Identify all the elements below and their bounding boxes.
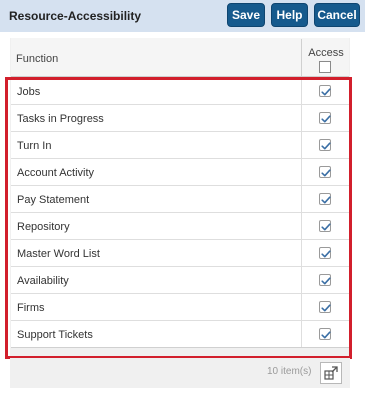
help-button[interactable]: Help <box>271 3 308 27</box>
expand-icon[interactable] <box>320 362 342 384</box>
checkmark-icon <box>321 88 331 96</box>
checkmark-icon <box>321 223 331 231</box>
table-row: Firms <box>11 294 349 321</box>
access-checkbox[interactable] <box>319 85 331 97</box>
function-label: Master Word List <box>17 248 100 260</box>
item-count: 10 item(s) <box>267 366 312 377</box>
checkmark-icon <box>321 304 331 312</box>
column-divider <box>301 186 302 212</box>
function-label: Jobs <box>17 86 41 98</box>
column-divider <box>301 240 302 266</box>
select-all-checkbox[interactable] <box>319 61 331 73</box>
column-divider <box>301 39 302 76</box>
access-checkbox[interactable] <box>319 247 331 259</box>
table-row: Availability <box>11 267 349 294</box>
table-row: Tasks in Progress <box>11 105 349 132</box>
checkmark-icon <box>321 250 331 258</box>
table-row: Master Word List <box>11 240 349 267</box>
access-checkbox[interactable] <box>319 220 331 232</box>
access-checkbox[interactable] <box>319 301 331 313</box>
function-label: Firms <box>17 302 45 314</box>
access-checkbox[interactable] <box>319 112 331 124</box>
column-divider <box>301 213 302 239</box>
grid-body: Jobs Tasks in Progress Turn In Account Acti… <box>11 78 349 348</box>
column-divider <box>301 159 302 185</box>
checkmark-icon <box>321 169 331 177</box>
table-row: Jobs <box>11 78 349 105</box>
table-row: Repository <box>11 213 349 240</box>
save-button[interactable]: Save <box>227 3 265 27</box>
function-label: Repository <box>17 221 70 233</box>
access-checkbox[interactable] <box>319 274 331 286</box>
function-label: Availability <box>17 275 69 287</box>
function-label: Account Activity <box>17 167 95 179</box>
access-checkbox[interactable] <box>319 166 331 178</box>
column-header-function[interactable]: Function <box>16 53 58 65</box>
access-checkbox[interactable] <box>319 193 331 205</box>
cancel-button[interactable]: Cancel <box>314 3 360 27</box>
column-header-access[interactable]: Access <box>303 47 349 59</box>
function-label: Tasks in Progress <box>17 113 104 125</box>
expand-glyph <box>324 366 338 380</box>
column-divider <box>301 321 302 347</box>
table-row: Turn In <box>11 132 349 159</box>
checkmark-icon <box>321 196 331 204</box>
checkmark-icon <box>321 277 331 285</box>
column-divider <box>301 105 302 131</box>
function-label: Pay Statement <box>17 194 90 206</box>
column-divider <box>301 78 302 104</box>
function-label: Support Tickets <box>17 329 93 341</box>
column-divider <box>301 294 302 320</box>
grid-header <box>11 38 349 77</box>
checkmark-icon <box>321 115 331 123</box>
checkmark-icon <box>321 331 331 339</box>
function-label: Turn In <box>17 140 52 152</box>
access-checkbox[interactable] <box>319 139 331 151</box>
column-divider <box>301 132 302 158</box>
page-title: Resource-Accessibility <box>9 9 142 23</box>
access-checkbox[interactable] <box>319 328 331 340</box>
checkmark-icon <box>321 142 331 150</box>
table-row: Account Activity <box>11 159 349 186</box>
column-divider <box>301 267 302 293</box>
table-row: Pay Statement <box>11 186 349 213</box>
table-row: Support Tickets <box>11 321 349 348</box>
